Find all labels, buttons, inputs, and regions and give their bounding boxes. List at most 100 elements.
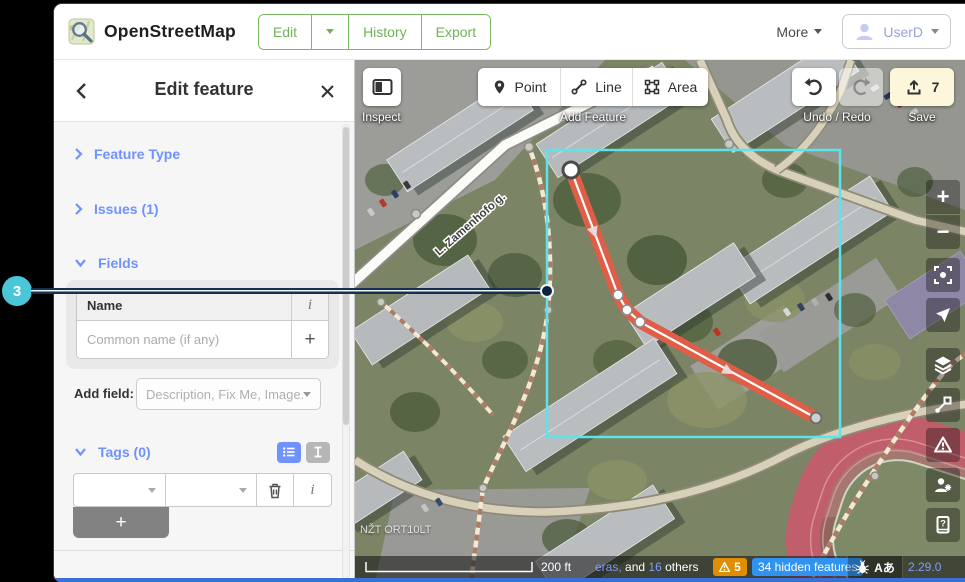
section-label: Feature Type [94, 146, 180, 162]
more-label: More [776, 24, 808, 40]
backgrounds-button[interactable] [926, 348, 960, 382]
tag-text-view-button[interactable] [306, 442, 330, 463]
area-icon [644, 79, 660, 95]
add-tag-button[interactable]: + [73, 507, 169, 538]
info-icon: i [308, 297, 312, 314]
add-field-input[interactable] [146, 387, 303, 402]
section-label: Issues (1) [94, 201, 159, 217]
redo-button[interactable] [839, 68, 883, 106]
add-field-label: Add field: [74, 386, 134, 401]
footer-tools[interactable]: Aあ [847, 556, 903, 578]
map-area[interactable]: L. Zamenhofo g. [355, 60, 965, 582]
bottom-accent-strip [54, 578, 965, 582]
map-data-icon [933, 395, 953, 415]
undo-icon [804, 77, 824, 97]
section-issues[interactable]: Issues (1) [74, 201, 159, 217]
scale-label: 200 ft [541, 560, 571, 574]
user-settings-icon [933, 475, 953, 495]
location-arrow-icon [933, 305, 953, 325]
close-panel-button[interactable] [314, 78, 340, 104]
save-button[interactable]: 7 [890, 68, 954, 106]
history-button[interactable]: History [348, 15, 421, 49]
name-add-language-button[interactable]: + [291, 321, 328, 358]
svg-text:?: ? [940, 519, 946, 530]
disclosure-right-icon [74, 147, 83, 161]
scrollbar-thumb[interactable] [343, 127, 349, 425]
add-area-button[interactable]: Area [632, 68, 708, 106]
way-end-vertex[interactable] [811, 413, 822, 424]
add-point-button[interactable]: Point [478, 68, 560, 106]
aerial-imagery[interactable]: L. Zamenhofo g. [355, 60, 965, 582]
close-icon [320, 84, 335, 99]
chevron-down-icon [303, 392, 311, 397]
way-vertex[interactable] [635, 317, 645, 327]
user-avatar-icon [854, 21, 875, 42]
zoom-in-button[interactable]: + [926, 180, 960, 214]
section-tags[interactable]: Tags (0) [74, 444, 151, 460]
help-button[interactable]: ? [926, 508, 960, 542]
delete-tag-button[interactable] [257, 474, 294, 506]
export-button[interactable]: Export [421, 15, 490, 49]
text-view-icon [312, 446, 324, 458]
save-count: 7 [932, 79, 940, 95]
way-start-vertex[interactable] [563, 162, 579, 178]
inspect-label: Inspect [362, 110, 401, 124]
plus-icon: + [115, 512, 126, 534]
name-field-header: Name i [77, 290, 328, 321]
name-field-info-button[interactable]: i [291, 290, 328, 320]
way-vertex[interactable] [613, 290, 623, 300]
attribution-link[interactable]: eras, [595, 560, 622, 574]
edit-dropdown-caret[interactable] [311, 15, 348, 49]
warning-triangle-icon [933, 435, 953, 455]
scale-bar [365, 561, 535, 573]
add-field-row: Add field: [54, 378, 354, 410]
add-field-combobox[interactable] [136, 378, 321, 410]
line-label: Line [595, 79, 621, 95]
preferences-button[interactable] [926, 468, 960, 502]
map-data-button[interactable] [926, 388, 960, 422]
tag-info-button[interactable]: i [294, 474, 331, 506]
user-menu-button[interactable]: UserD [842, 14, 951, 49]
callout-leader-line [31, 288, 541, 294]
issues-count-badge[interactable]: 5 [713, 558, 747, 576]
layers-icon [933, 355, 953, 375]
tag-list-view-button[interactable] [277, 442, 301, 463]
way-vertex[interactable] [622, 305, 632, 315]
point-icon [492, 79, 507, 95]
header-nav-group: Edit History Export [258, 14, 491, 50]
add-line-button[interactable]: Line [560, 68, 632, 106]
name-input[interactable] [77, 332, 291, 347]
username-label: UserD [883, 24, 923, 40]
name-field-row: + [77, 321, 328, 358]
version-label[interactable]: 2.29.0 [908, 560, 941, 574]
frame-center-icon [933, 265, 953, 285]
inspect-button[interactable] [363, 68, 401, 106]
attribution-count-link[interactable]: 16 [648, 560, 661, 574]
disclosure-down-icon [74, 258, 87, 268]
sidebar-panel-body: Feature Type Issues (1) Fields Name [54, 122, 354, 582]
more-menu[interactable]: More [776, 24, 822, 40]
geolocate-button[interactable] [926, 298, 960, 332]
issues-button[interactable] [926, 428, 960, 462]
bug-report-icon [855, 560, 870, 575]
disclosure-down-icon [74, 447, 87, 457]
chevron-down-icon [931, 29, 939, 34]
issues-count: 5 [734, 560, 741, 574]
section-feature-type[interactable]: Feature Type [74, 146, 180, 162]
section-label: Fields [98, 255, 138, 271]
chevron-down-icon [239, 488, 247, 493]
undo-button[interactable] [792, 68, 836, 106]
section-fields[interactable]: Fields [74, 255, 138, 271]
tag-value-select[interactable] [166, 474, 258, 506]
sidebar-scrollbar[interactable] [342, 124, 350, 579]
edit-button[interactable]: Edit [259, 15, 311, 49]
inspect-icon [372, 78, 393, 96]
section-label: Tags (0) [98, 444, 151, 460]
tag-key-select[interactable] [74, 474, 166, 506]
zoom-out-button[interactable]: − [926, 215, 960, 249]
tag-view-toggles [277, 442, 330, 463]
undo-redo-label: Undo / Redo [803, 110, 870, 124]
add-feature-group: Point Line Area [478, 68, 708, 106]
zoom-to-selection-button[interactable] [926, 258, 960, 292]
disclosure-right-icon [74, 202, 83, 216]
